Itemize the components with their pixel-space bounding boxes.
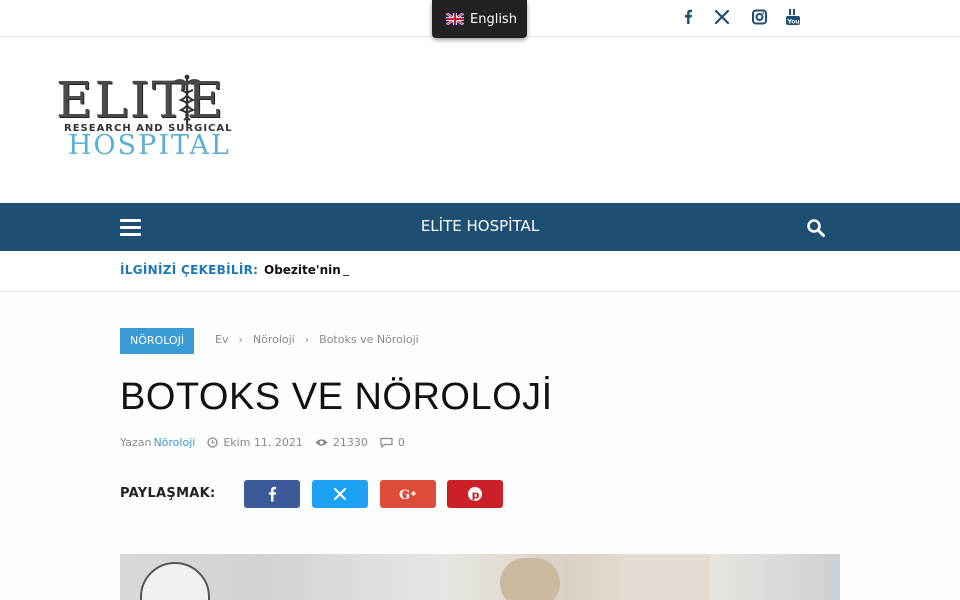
- language-switcher[interactable]: English: [432, 0, 527, 38]
- search-icon[interactable]: [806, 218, 826, 238]
- main-navbar: ELİTE HOSPİTAL: [0, 203, 960, 251]
- image-object-shape: [500, 558, 560, 600]
- news-ticker: İLGİNİZİ ÇEKEBİLİR: Obezite'nin _: [0, 251, 960, 292]
- author-link[interactable]: Nöroloji: [153, 436, 195, 449]
- eye-icon: [315, 439, 328, 446]
- x-twitter-icon: [334, 488, 346, 500]
- view-count: 21330: [332, 436, 368, 449]
- ticker-label: İLGİNİZİ ÇEKEBİLİR:: [120, 263, 259, 277]
- author-prefix: Yazan: [120, 436, 152, 449]
- share-google-plus-button[interactable]: G: [380, 480, 436, 508]
- share-facebook-button[interactable]: [244, 480, 300, 508]
- comment-count[interactable]: 0: [398, 436, 405, 449]
- logo-wordmark-hospital: HOSPITAL: [68, 130, 231, 161]
- breadcrumb-home[interactable]: Ev: [215, 333, 228, 346]
- publish-date: Ekim 11, 2021: [223, 436, 303, 449]
- article-meta: Yazan Nöroloji Ekim 11, 2021 21330 0: [120, 436, 417, 449]
- uk-flag-icon: [446, 13, 464, 25]
- svg-text:p: p: [472, 488, 480, 501]
- facebook-icon: [268, 486, 277, 502]
- comment-icon[interactable]: [380, 437, 393, 448]
- site-logo[interactable]: ELITE RESEARCH AND SURGICAL HOSPITAL: [56, 74, 258, 162]
- x-twitter-icon[interactable]: [713, 7, 731, 27]
- google-plus-icon: G: [399, 488, 416, 501]
- ticker-headline[interactable]: Obezite'nin: [264, 263, 341, 277]
- image-background-shape: [620, 554, 710, 600]
- image-lamp-shape: [140, 562, 210, 600]
- svg-text:G: G: [399, 488, 410, 501]
- category-badge[interactable]: NÖROLOJİ: [120, 328, 195, 354]
- ticker-cursor: _: [343, 262, 349, 276]
- article-title: BOTOKS VE NÖROLOJİ: [120, 376, 553, 418]
- instagram-icon[interactable]: [751, 7, 768, 27]
- breadcrumb-separator: ›: [238, 333, 243, 346]
- youtube-icon[interactable]: You: [785, 7, 801, 27]
- breadcrumb-category[interactable]: Nöroloji: [253, 333, 295, 346]
- share-x-button[interactable]: [312, 480, 368, 508]
- caduceus-icon: [172, 74, 202, 124]
- svg-text:You: You: [787, 18, 800, 25]
- breadcrumb-current: Botoks ve Nöroloji: [319, 333, 419, 346]
- facebook-icon[interactable]: [680, 7, 696, 27]
- share-label: PAYLAŞMAK:: [120, 486, 216, 501]
- language-label: English: [470, 11, 517, 27]
- clock-icon: [207, 437, 218, 448]
- top-bar: English You: [0, 0, 960, 38]
- menu-icon[interactable]: [120, 219, 141, 236]
- breadcrumb: Ev › Nöroloji › Botoks ve Nöroloji: [215, 333, 419, 346]
- pinterest-icon: p: [468, 487, 482, 501]
- breadcrumb-separator: ›: [304, 333, 310, 346]
- nav-site-title[interactable]: ELİTE HOSPİTAL: [380, 217, 580, 235]
- article-featured-image: [120, 554, 840, 600]
- share-pinterest-button[interactable]: p: [447, 480, 503, 508]
